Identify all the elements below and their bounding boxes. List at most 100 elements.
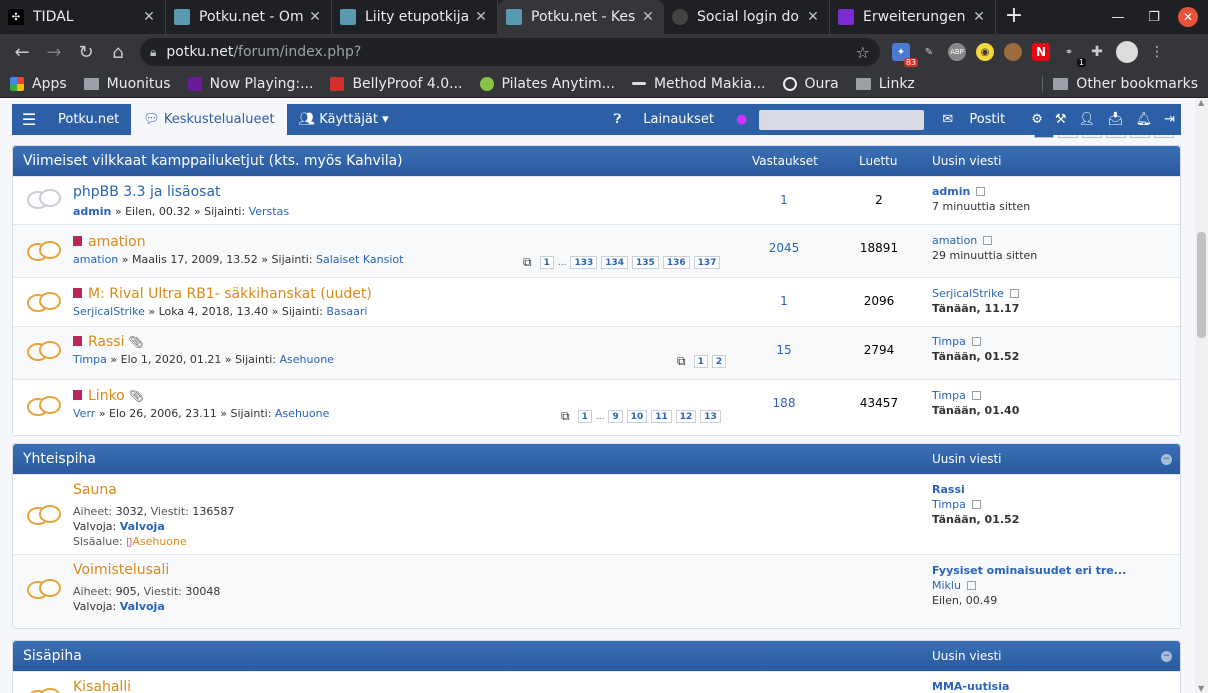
settings-icon[interactable]: ⚙	[1031, 112, 1043, 127]
last-post-title-link[interactable]: Rassi	[932, 483, 965, 496]
browser-tab-potku-kes[interactable]: Potku.net - Kes ✕	[498, 0, 664, 34]
nav-loans-link[interactable]: Lainaukset	[643, 112, 714, 127]
last-post-title-link[interactable]: MMA-uutisia	[932, 680, 1009, 693]
last-post-user-link[interactable]: SerjicalStrike	[932, 287, 1004, 300]
topic-page-link[interactable]: 1	[577, 410, 592, 423]
replies-count[interactable]: 1	[744, 294, 824, 308]
forum-link[interactable]: Asehuone	[280, 353, 334, 366]
replies-count[interactable]: 188	[744, 396, 824, 410]
eyedropper-icon[interactable]: ✎	[920, 43, 938, 61]
menu-dots-icon[interactable]: ⋮	[1148, 43, 1166, 61]
back-icon[interactable]: ←	[6, 42, 38, 63]
topic-page-link[interactable]: 10	[626, 410, 648, 423]
close-window-icon[interactable]: ✕	[1178, 7, 1198, 27]
netflix-icon[interactable]: N	[1032, 43, 1050, 61]
replies-count[interactable]: 2045	[744, 241, 824, 255]
address-bar[interactable]: 🔒︎ potku.net/forum/index.php? ☆	[140, 38, 880, 66]
ghost-icon[interactable]: ◉	[976, 43, 994, 61]
bookmark-pilates[interactable]: Pilates Anytim...	[479, 76, 615, 92]
bookmark-muonitus[interactable]: Muonitus	[83, 76, 171, 92]
replies-count[interactable]: 1	[744, 193, 824, 207]
bookmark-oura[interactable]: Oura	[782, 76, 839, 92]
reload-icon[interactable]: ↻	[70, 42, 102, 63]
author-link[interactable]: admin	[73, 205, 111, 218]
help-icon[interactable]: ❓︎	[613, 112, 621, 127]
puzzle-icon[interactable]: ✚	[1088, 43, 1106, 61]
cookie-icon[interactable]	[1004, 43, 1022, 61]
nav-users-link[interactable]: 👥︎ Käyttäjät ▾	[287, 104, 401, 135]
bookmark-star-icon[interactable]: ☆	[856, 43, 870, 62]
topic-title-link[interactable]: Linko 📎︎	[73, 388, 144, 404]
go-to-post-icon[interactable]	[1009, 289, 1019, 298]
nav-home-link[interactable]: Potku.net	[46, 104, 131, 135]
topic-page-link[interactable]: 136	[662, 256, 690, 269]
go-to-post-icon[interactable]	[966, 581, 976, 590]
adblock-icon[interactable]: ABP	[948, 43, 966, 61]
topic-title-link[interactable]: amation	[73, 234, 146, 250]
topic-page-link[interactable]: 12	[675, 410, 697, 423]
minimize-icon[interactable]: —	[1100, 10, 1136, 25]
forum-link[interactable]: Verstas	[249, 205, 289, 218]
forum-title-link[interactable]: Sauna	[73, 482, 117, 498]
go-to-post-icon[interactable]	[976, 187, 986, 196]
page-scrollbar[interactable]: ▲ ▼	[1195, 98, 1208, 693]
topic-page-link[interactable]: 9	[608, 410, 623, 423]
topic-page-link[interactable]: 11	[651, 410, 672, 423]
home-icon[interactable]: ⌂	[102, 42, 134, 63]
topic-page-link[interactable]: 135	[632, 256, 659, 269]
close-tab-icon[interactable]: ✕	[307, 9, 323, 25]
forum-link[interactable]: Asehuone	[275, 407, 329, 420]
scroll-down-icon[interactable]: ▼	[1198, 684, 1204, 693]
browser-tab-social-login[interactable]: Social login do ✕	[664, 0, 830, 34]
topic-page-link[interactable]: 2	[711, 355, 727, 368]
messages-link[interactable]: ✉ Postit	[936, 112, 1011, 127]
forum-title-link[interactable]: Kisahalli	[73, 679, 131, 693]
restore-icon[interactable]: ❐	[1136, 10, 1172, 25]
last-post-user-link[interactable]: admin	[932, 185, 970, 198]
search-input[interactable]	[759, 109, 925, 130]
forum-link[interactable]: Basaari	[326, 305, 367, 318]
other-bookmarks[interactable]: Other bookmarks	[1042, 75, 1198, 92]
topic-page-link[interactable]: 133	[570, 256, 598, 269]
collapse-icon[interactable]: −	[1161, 651, 1172, 662]
topic-title-link[interactable]: Rassi 📎︎	[73, 334, 144, 350]
last-post-title-link[interactable]: Fyysiset ominaisuudet eri tre...	[932, 564, 1126, 577]
close-tab-icon[interactable]: ✕	[473, 9, 489, 25]
browser-tab-potku-om[interactable]: Potku.net - Om ✕	[166, 0, 332, 34]
close-tab-icon[interactable]: ✕	[805, 9, 821, 25]
extension-badge-icon[interactable]: ✦ 83	[892, 43, 918, 67]
author-link[interactable]: Timpa	[73, 353, 107, 366]
topic-page-link[interactable]: 134	[601, 256, 629, 269]
last-post-user-link[interactable]: amation	[932, 234, 977, 247]
block-title[interactable]: Sisäpiha	[13, 648, 82, 664]
subforum-link[interactable]: Asehuone	[132, 535, 186, 548]
go-to-post-icon[interactable]	[983, 236, 993, 245]
logout-icon[interactable]: ⇥	[1164, 112, 1175, 127]
topic-page-link[interactable]: 1	[539, 256, 554, 269]
topic-title-link[interactable]: M: Rival Ultra RB1- säkkihanskat (uudet)	[73, 286, 372, 302]
close-tab-icon[interactable]: ✕	[971, 9, 987, 25]
topic-page-link[interactable]: 137	[693, 256, 721, 269]
moderator-link[interactable]: Valvoja	[120, 600, 165, 613]
bookmark-method[interactable]: Method Makia...	[631, 76, 766, 92]
close-tab-icon[interactable]: ✕	[640, 9, 656, 25]
new-tab-button[interactable]: +	[996, 0, 1032, 34]
forum-title-link[interactable]: Voimistelusali	[73, 562, 169, 578]
go-to-post-icon[interactable]	[971, 337, 981, 346]
nav-forums-link[interactable]: 💬︎ Keskustelualueet	[131, 104, 287, 135]
forward-icon[interactable]: →	[38, 42, 70, 63]
browser-tab-tidal[interactable]: ✣ TIDAL ✕	[0, 0, 166, 34]
replies-count[interactable]: 15	[744, 343, 824, 357]
last-post-user-link[interactable]: Timpa	[932, 498, 966, 511]
go-to-post-icon[interactable]	[971, 500, 981, 509]
forum-link[interactable]: Salaiset Kansiot	[316, 253, 403, 266]
browser-tab-erweiterungen[interactable]: Erweiterungen ✕	[830, 0, 996, 34]
profile-avatar[interactable]	[1116, 41, 1138, 63]
link-extension-icon[interactable]: ⚭ 1	[1060, 43, 1086, 67]
bookmark-apps[interactable]: Apps	[10, 76, 67, 92]
author-link[interactable]: SerjicalStrike	[73, 305, 145, 318]
inbox-icon[interactable]: 📥︎	[1107, 112, 1124, 127]
scrollbar-thumb[interactable]	[1197, 232, 1206, 338]
moderator-hammer-icon[interactable]: ⚒	[1055, 112, 1067, 127]
scroll-up-icon[interactable]: ▲	[1198, 98, 1204, 107]
